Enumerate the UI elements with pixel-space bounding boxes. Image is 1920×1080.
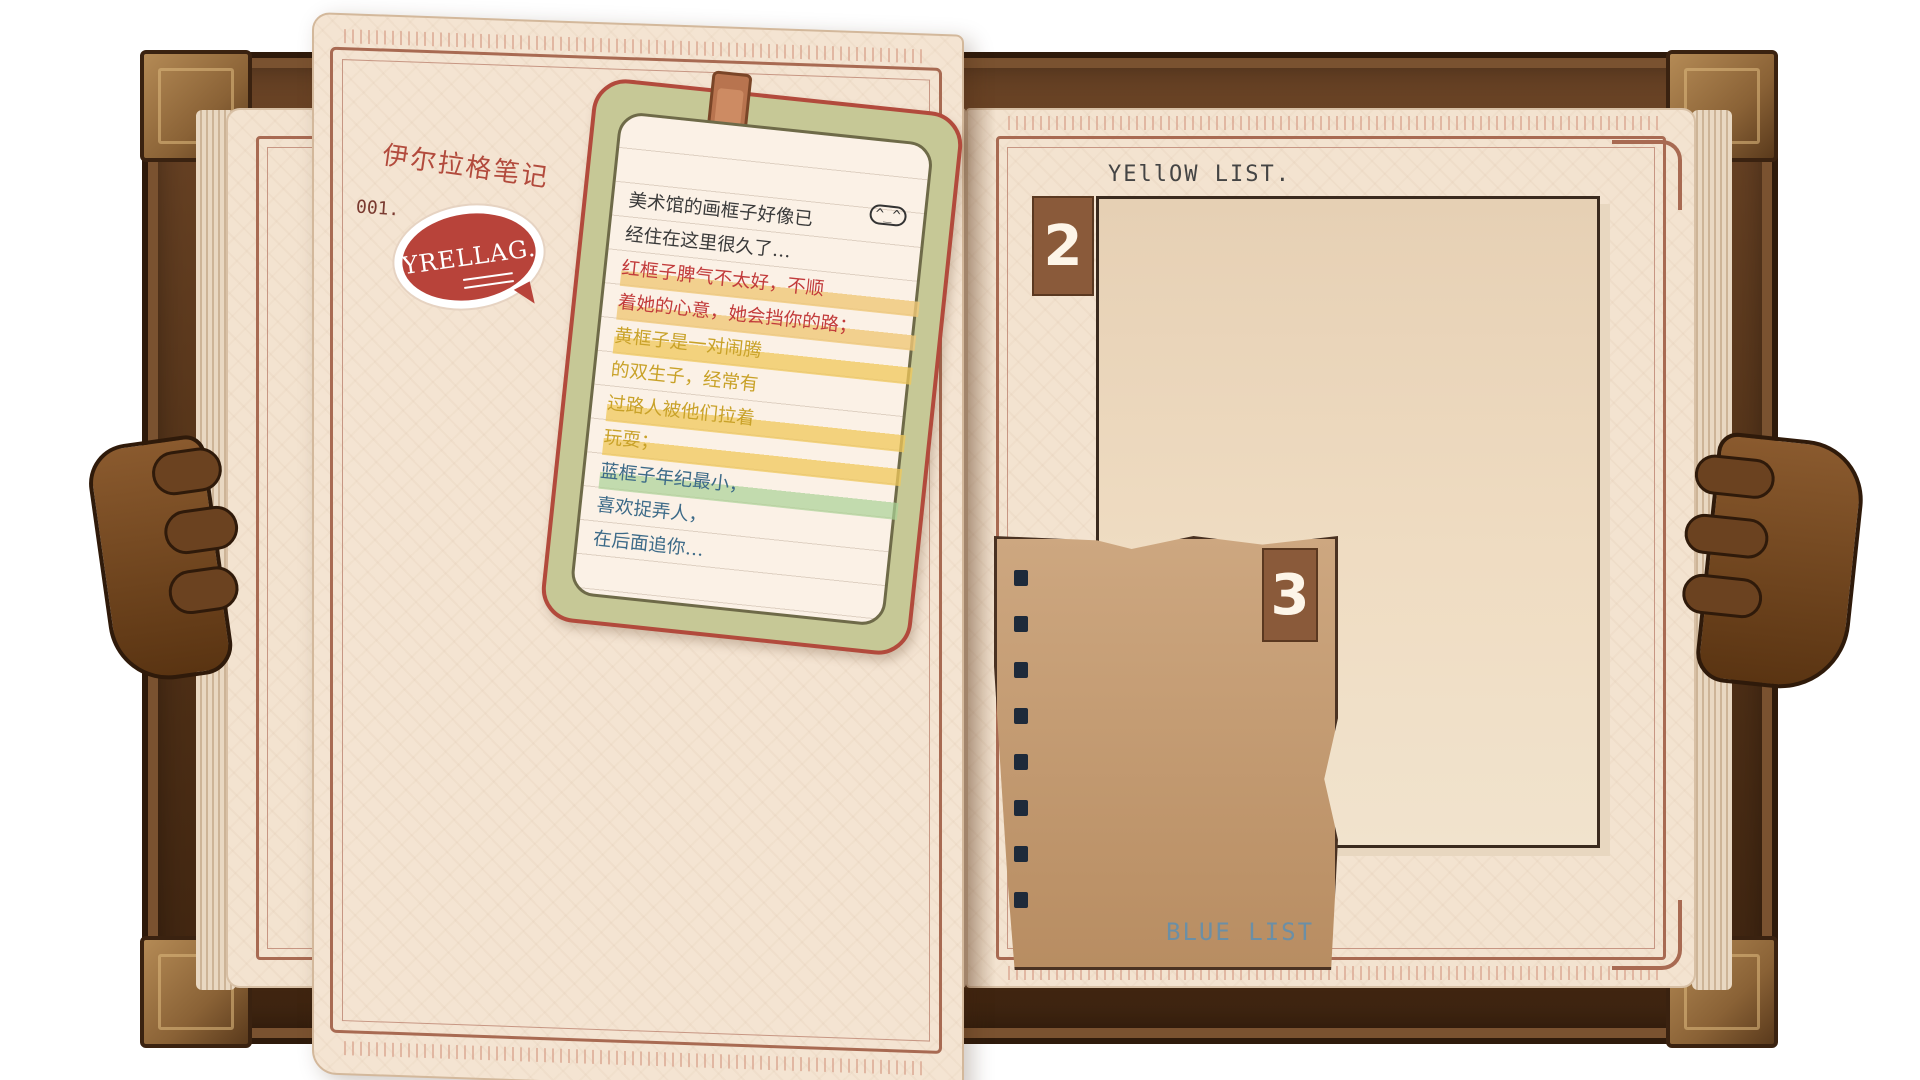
hole bbox=[1014, 662, 1028, 678]
yellow-slot-number: 2 bbox=[1032, 196, 1094, 296]
hole bbox=[1014, 754, 1028, 770]
page-number: 001. bbox=[355, 196, 401, 221]
left-hand bbox=[83, 432, 242, 688]
hole bbox=[1014, 846, 1028, 862]
hole bbox=[1014, 616, 1028, 632]
hole bbox=[1014, 892, 1028, 908]
notebook-holes bbox=[1014, 570, 1030, 938]
blue-list-title: BLUE LIST bbox=[1166, 918, 1315, 946]
speech-bubble-text: YRELLAG. bbox=[400, 233, 538, 281]
blue-slot-number: 3 bbox=[1262, 548, 1318, 642]
note-card: ^_^ 美术馆的画框子好像已 经住在这里很久了… 红框子脾气不太好，不顺 着她的… bbox=[538, 70, 966, 658]
hole bbox=[1014, 800, 1028, 816]
speech-bubble-lines bbox=[463, 272, 514, 289]
right-page-top-stripe bbox=[1008, 116, 1658, 130]
hole bbox=[1014, 570, 1028, 586]
corner-ornament bbox=[1612, 140, 1682, 210]
hole bbox=[1014, 708, 1028, 724]
right-hand bbox=[1680, 430, 1869, 696]
yellow-list-title: YEllOW LIST. bbox=[1108, 162, 1291, 187]
note-text: 美术馆的画框子好像已 经住在这里很久了… 红框子脾气不太好，不顺 着她的心意，她… bbox=[591, 184, 928, 587]
corner-ornament bbox=[1612, 900, 1682, 970]
